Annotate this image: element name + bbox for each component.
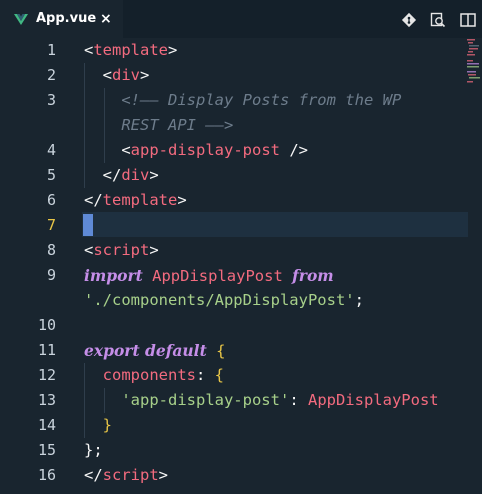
code-token: import — [84, 266, 143, 285]
code-token: export default — [84, 341, 207, 360]
code-token: AppDisplayPost — [142, 267, 293, 285]
line-number: 16 — [37, 466, 56, 484]
code-token: { — [214, 366, 224, 384]
git-compare-icon[interactable] — [401, 12, 417, 28]
vue-file-icon — [14, 14, 28, 25]
line-number: 2 — [46, 66, 56, 84]
code-line[interactable]: 2 <div> — [0, 63, 482, 88]
code-token: > — [158, 466, 169, 484]
line-code: </template> — [84, 188, 187, 213]
line-code: 'app-display-post': AppDisplayPost — [84, 388, 439, 413]
line-code: <app-display-post /> — [84, 138, 308, 163]
code-line[interactable]: 6 </template> — [0, 188, 482, 213]
code-token: div — [121, 166, 150, 184]
search-file-icon[interactable] — [430, 12, 446, 28]
code-token: > — [168, 41, 178, 59]
code-token: template — [102, 191, 178, 209]
code-token: </ — [84, 191, 103, 209]
code-token: /> — [279, 141, 308, 159]
line-number: 8 — [46, 241, 56, 259]
line-code: <template> — [84, 38, 177, 63]
code-token: } — [84, 416, 112, 434]
line-number: 4 — [46, 141, 56, 159]
line-number: 1 — [46, 41, 56, 59]
tab-app-vue[interactable]: App.vue × — [0, 0, 123, 38]
code-editor[interactable]: 1 <template> 2 <div> 3 <!—— Display Posts f… — [0, 38, 482, 494]
line-code: </script> — [84, 463, 168, 488]
line-number: 3 — [46, 91, 56, 109]
line-number: 14 — [37, 416, 56, 434]
code-token: { — [206, 342, 226, 360]
line-code: './components/AppDisplayPost'; — [84, 288, 364, 313]
code-line[interactable]: 15}; — [0, 438, 482, 463]
code-token: > — [149, 166, 159, 184]
line-code: components: { — [84, 363, 224, 388]
line-code: import AppDisplayPost from — [84, 263, 334, 289]
code-token: 'app-display-post' — [84, 391, 290, 409]
code-token: components — [84, 366, 196, 384]
code-token: : — [195, 366, 215, 384]
line-code: <script> — [84, 238, 159, 263]
code-line[interactable]: 1 <template> — [0, 38, 482, 63]
code-token: AppDisplayPost — [307, 391, 439, 409]
code-line[interactable]: 11 export default { — [0, 338, 482, 363]
code-line[interactable]: 13 'app-display-post': AppDisplayPost — [0, 388, 482, 413]
line-code: }; — [84, 438, 103, 463]
code-token: > — [140, 66, 150, 84]
code-token: template — [93, 41, 168, 59]
code-token: './components/AppDisplayPost' — [84, 291, 355, 309]
code-line[interactable]: 16 </script> — [0, 463, 482, 488]
line-code: REST API ——> — [84, 113, 233, 138]
code-line[interactable]: './components/AppDisplayPost'; — [0, 288, 482, 313]
code-token: > — [177, 191, 187, 209]
code-token: div — [112, 66, 140, 84]
line-number: 12 — [37, 366, 56, 384]
tab-bar: App.vue × — [0, 0, 482, 38]
code-line[interactable]: REST API ——> — [0, 113, 482, 138]
code-token: </ — [84, 466, 103, 484]
line-number: 10 — [37, 316, 56, 334]
line-number: 15 — [37, 441, 56, 459]
code-token: < — [84, 41, 94, 59]
code-token: < — [84, 66, 112, 84]
line-number: 6 — [46, 191, 56, 209]
code-line[interactable]: 8 <script> — [0, 238, 482, 263]
split-editor-icon[interactable] — [460, 12, 476, 28]
code-token: > — [149, 241, 159, 259]
code-line[interactable]: 3 <!—— Display Posts from the WP — [0, 88, 482, 113]
line-number: 7 — [46, 216, 56, 234]
code-token: < — [84, 141, 131, 159]
line-number: 11 — [37, 341, 56, 359]
code-token: < — [84, 241, 94, 259]
code-line[interactable]: 9 import AppDisplayPost from — [0, 263, 482, 288]
close-icon[interactable]: × — [100, 11, 112, 27]
code-token: ; — [354, 291, 364, 309]
line-code: export default { — [84, 338, 225, 364]
code-token: REST API ——> — [84, 116, 234, 134]
code-line[interactable]: 12 components: { — [0, 363, 482, 388]
code-line[interactable]: 14 } — [0, 413, 482, 438]
code-token: </ — [84, 166, 122, 184]
code-line[interactable]: 5 </div> — [0, 163, 482, 188]
code-token: <!—— Display Posts from the WP — [84, 91, 402, 109]
code-token: app-display-post — [130, 141, 280, 159]
line-number: 13 — [37, 391, 56, 409]
line-code: <!—— Display Posts from the WP — [84, 88, 401, 113]
line-number: 5 — [46, 166, 56, 184]
code-token: : — [289, 391, 308, 409]
line-code: </div> — [84, 163, 159, 188]
code-line[interactable]: 7 — [0, 213, 482, 238]
code-token: }; — [84, 441, 103, 459]
code-token: script — [102, 466, 159, 484]
line-code: } — [84, 413, 112, 438]
code-line[interactable]: 10 — [0, 313, 482, 338]
tab-label: App.vue — [36, 11, 97, 26]
code-token: script — [93, 241, 150, 259]
line-number: 9 — [46, 266, 56, 284]
code-line[interactable]: 4 <app-display-post /> — [0, 138, 482, 163]
code-token: from — [292, 266, 334, 285]
line-code: <div> — [84, 63, 150, 88]
